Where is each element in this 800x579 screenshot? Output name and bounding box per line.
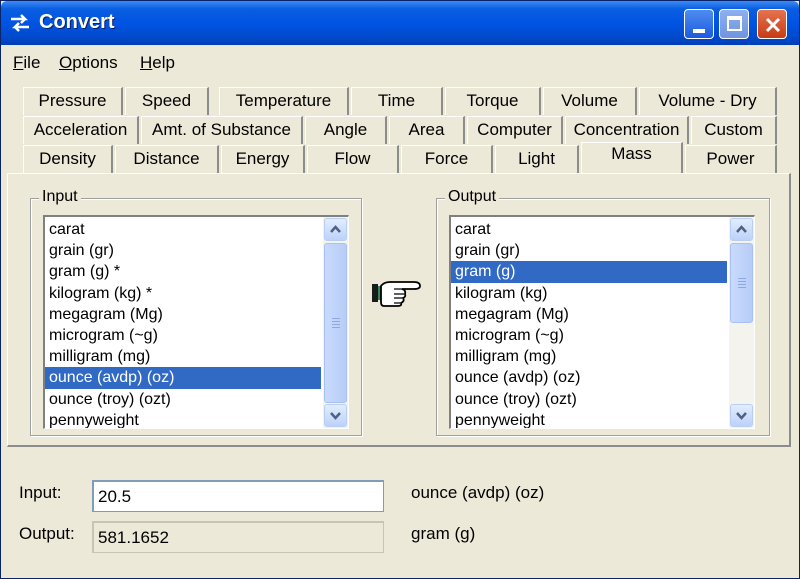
maximize-icon — [727, 16, 742, 31]
list-item[interactable]: pennyweight — [451, 410, 727, 428]
output-group-label: Output — [445, 188, 500, 206]
tab-force[interactable]: Force — [401, 145, 493, 173]
tab-volume-dry[interactable]: Volume - Dry — [639, 87, 777, 115]
scroll-down-button[interactable] — [324, 404, 347, 427]
menu-help[interactable]: Help — [140, 53, 175, 73]
scroll-up-button[interactable] — [324, 218, 347, 241]
list-item[interactable]: gram (g) * — [45, 261, 321, 282]
input-group-label: Input — [39, 188, 81, 206]
output-unit-label: gram (g) — [411, 524, 476, 543]
convert-arrows-icon — [11, 14, 29, 32]
output-group: Output carat grain (gr) gram (g) kilogra… — [436, 188, 770, 436]
menu-file[interactable]: File — [13, 53, 40, 73]
tab-amt-of-substance[interactable]: Amt. of Substance — [141, 116, 303, 144]
list-item[interactable]: carat — [451, 219, 727, 240]
list-item[interactable]: ounce (avdp) (oz) — [451, 367, 727, 388]
menu-help-label: elp — [152, 53, 175, 72]
input-unit-label: ounce (avdp) (oz) — [411, 483, 545, 502]
scroll-down-button[interactable] — [730, 404, 753, 427]
tab-flow[interactable]: Flow — [307, 145, 399, 173]
output-value-field: 581.1652 — [92, 521, 384, 553]
menu-bar: File Options Help — [1, 47, 799, 77]
tab-area[interactable]: Area — [389, 116, 465, 144]
maximize-button[interactable] — [719, 9, 749, 39]
scroll-thumb[interactable] — [730, 243, 753, 323]
menu-options-mnemonic: O — [59, 53, 73, 72]
input-unit-list[interactable]: carat grain (gr) gram (g) * kilogram (kg… — [43, 215, 349, 429]
chevron-up-icon — [736, 225, 747, 233]
list-item[interactable]: megagram (Mg) — [451, 304, 727, 325]
input-list-items: carat grain (gr) gram (g) * kilogram (kg… — [45, 219, 321, 428]
convert-window: Convert File Options Help Pressure Speed… — [0, 0, 800, 579]
list-item[interactable]: milligram (mg) — [45, 346, 321, 367]
tab-power[interactable]: Power — [685, 145, 777, 173]
list-item-selected[interactable]: gram (g) — [451, 261, 727, 283]
list-item[interactable]: megagram (Mg) — [45, 304, 321, 325]
menu-help-mnemonic: H — [140, 53, 153, 72]
tab-energy[interactable]: Energy — [221, 145, 305, 173]
list-item[interactable]: ounce (troy) (ozt) — [45, 389, 321, 410]
tab-light[interactable]: Light — [495, 145, 579, 173]
list-item[interactable]: kilogram (kg) * — [45, 283, 321, 304]
list-item[interactable]: pennyweight — [45, 410, 321, 428]
tab-volume[interactable]: Volume — [543, 87, 637, 115]
tab-density[interactable]: Density — [23, 145, 113, 173]
tab-speed[interactable]: Speed — [125, 87, 209, 115]
list-item[interactable]: carat — [45, 219, 321, 240]
title-bar[interactable]: Convert — [1, 1, 799, 45]
tab-temperature[interactable]: Temperature — [219, 87, 349, 115]
tab-time[interactable]: Time — [351, 87, 443, 115]
input-value-field[interactable] — [92, 480, 384, 512]
scroll-thumb[interactable] — [324, 243, 347, 403]
input-group: Input carat grain (gr) gram (g) * kilogr… — [30, 188, 362, 436]
menu-options-label: ptions — [72, 53, 118, 72]
tab-mass[interactable]: Mass — [581, 142, 683, 173]
list-item-selected[interactable]: ounce (avdp) (oz) — [45, 367, 321, 389]
tab-computer[interactable]: Computer — [467, 116, 563, 144]
list-item[interactable]: kilogram (kg) — [451, 283, 727, 304]
minimize-button[interactable] — [684, 9, 714, 39]
chevron-down-icon — [330, 412, 341, 420]
tab-pressure[interactable]: Pressure — [23, 87, 123, 115]
tab-acceleration[interactable]: Acceleration — [23, 116, 139, 144]
minimize-icon — [693, 29, 705, 33]
list-item[interactable]: microgram (~g) — [45, 325, 321, 346]
scroll-up-button[interactable] — [730, 218, 753, 241]
close-icon — [765, 17, 781, 33]
output-unit-list[interactable]: carat grain (gr) gram (g) kilogram (kg) … — [449, 215, 755, 429]
menu-options[interactable]: Options — [59, 53, 118, 73]
pointing-hand-icon — [372, 281, 421, 307]
output-label: Output: — [19, 524, 75, 543]
menu-file-label: ile — [23, 53, 41, 72]
output-list-items: carat grain (gr) gram (g) kilogram (kg) … — [451, 219, 727, 428]
close-button[interactable] — [757, 9, 787, 39]
list-item[interactable]: microgram (~g) — [451, 325, 727, 346]
tab-torque[interactable]: Torque — [445, 87, 541, 115]
chevron-down-icon — [736, 412, 747, 420]
window-title: Convert — [39, 11, 115, 33]
tab-custom[interactable]: Custom — [691, 116, 777, 144]
input-label: Input: — [19, 483, 62, 502]
chevron-up-icon — [330, 225, 341, 233]
list-item[interactable]: ounce (troy) (ozt) — [451, 389, 727, 410]
list-item[interactable]: milligram (mg) — [451, 346, 727, 367]
list-item[interactable]: grain (gr) — [451, 240, 727, 261]
mass-tab-panel: Input carat grain (gr) gram (g) * kilogr… — [7, 173, 791, 447]
tab-angle[interactable]: Angle — [305, 116, 387, 144]
menu-file-mnemonic: F — [13, 53, 24, 72]
list-item[interactable]: grain (gr) — [45, 240, 321, 261]
input-list-scrollbar[interactable] — [323, 217, 348, 428]
output-list-scrollbar[interactable] — [729, 217, 754, 428]
tab-concentration[interactable]: Concentration — [565, 116, 689, 144]
tab-distance[interactable]: Distance — [115, 145, 219, 173]
